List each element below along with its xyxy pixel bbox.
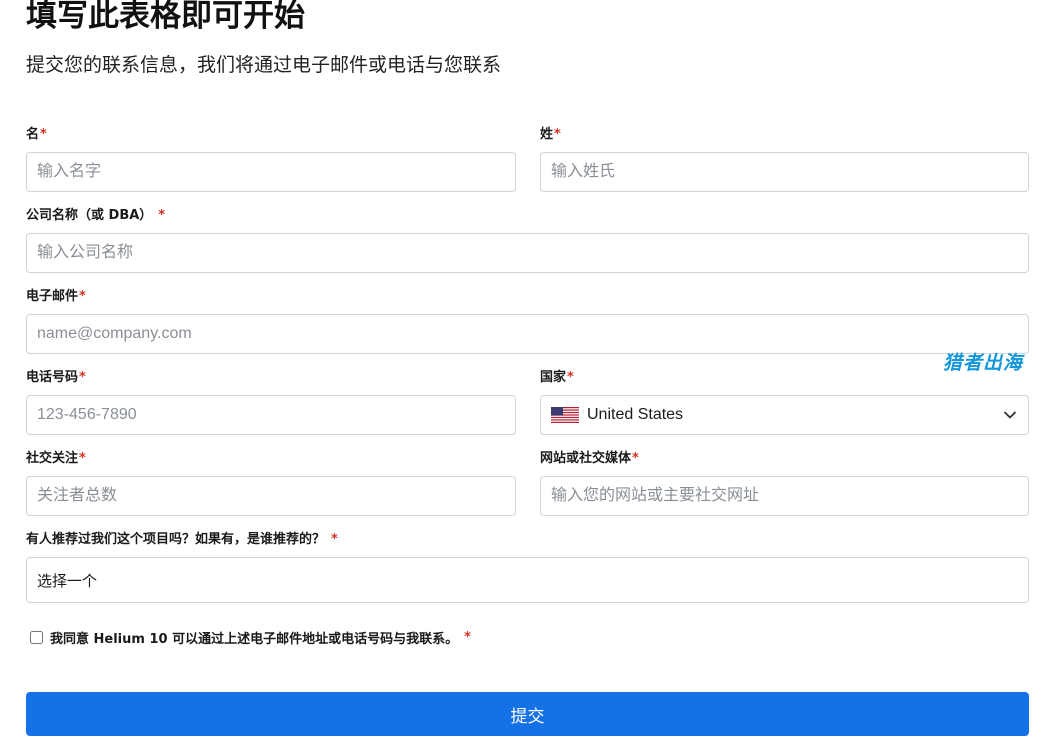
email-field[interactable]: [26, 314, 1029, 354]
company-label-text: 公司名称（或 DBA）: [26, 208, 153, 223]
required-mark: *: [554, 127, 561, 142]
first-name-label: 名*: [26, 126, 47, 144]
first-name-input[interactable]: [26, 152, 516, 192]
required-mark: *: [567, 370, 574, 385]
us-flag-icon: [551, 407, 579, 423]
referral-value: 选择一个: [37, 571, 98, 590]
watermark-logo: 猎者出海: [943, 352, 1024, 374]
required-mark: *: [632, 451, 639, 466]
social-followers-label: 社交关注*: [26, 450, 86, 468]
first-name-label-text: 名: [26, 127, 40, 142]
website-label-text: 网站或社交媒体: [540, 451, 632, 466]
submit-button[interactable]: 提交: [26, 692, 1029, 736]
phone-label-text: 电话号码: [26, 370, 79, 385]
phone-input[interactable]: [26, 395, 516, 435]
consent-text: 我同意 Helium 10 可以通过上述电子邮件地址或电话号码与我联系。: [50, 632, 459, 647]
social-followers-label-text: 社交关注: [26, 451, 79, 466]
referral-label: 有人推荐过我们这个项目吗？如果有，是谁推荐的？ *: [26, 531, 338, 549]
last-name-label: 姓*: [540, 126, 561, 144]
email-label-text: 电子邮件: [26, 289, 79, 304]
chevron-down-icon: [1003, 411, 1017, 419]
email-label: 电子邮件*: [26, 288, 86, 306]
referral-select[interactable]: 选择一个: [26, 557, 1029, 603]
signup-form-page: 填写此表格即可开始 提交您的联系信息，我们将通过电子邮件或电话与您联系 名* 姓…: [0, 0, 1064, 743]
required-mark: *: [79, 289, 86, 304]
last-name-input[interactable]: [540, 152, 1029, 192]
required-mark: *: [79, 370, 86, 385]
required-mark: *: [79, 451, 86, 466]
company-label: 公司名称（或 DBA） *: [26, 207, 165, 225]
social-followers-input[interactable]: [26, 476, 516, 516]
required-mark: *: [40, 127, 47, 142]
country-label-text: 国家: [540, 370, 567, 385]
form-subtitle: 提交您的联系信息，我们将通过电子邮件或电话与您联系: [26, 54, 502, 76]
country-label: 国家*: [540, 369, 574, 387]
website-input[interactable]: [540, 476, 1029, 516]
referral-label-text: 有人推荐过我们这个项目吗？如果有，是谁推荐的？: [26, 532, 326, 547]
form-title: 填写此表格即可开始: [26, 0, 305, 34]
country-select[interactable]: United States: [540, 395, 1029, 435]
country-value: United States: [587, 406, 684, 423]
phone-label: 电话号码*: [26, 369, 86, 387]
required-mark: *: [331, 532, 338, 547]
consent-checkbox[interactable]: [30, 631, 43, 644]
required-mark: *: [158, 208, 166, 223]
consent-row[interactable]: 我同意 Helium 10 可以通过上述电子邮件地址或电话号码与我联系。 *: [30, 628, 471, 647]
website-label: 网站或社交媒体*: [540, 450, 639, 468]
required-mark: *: [464, 630, 471, 645]
company-input[interactable]: [26, 233, 1029, 273]
last-name-label-text: 姓: [540, 127, 554, 142]
